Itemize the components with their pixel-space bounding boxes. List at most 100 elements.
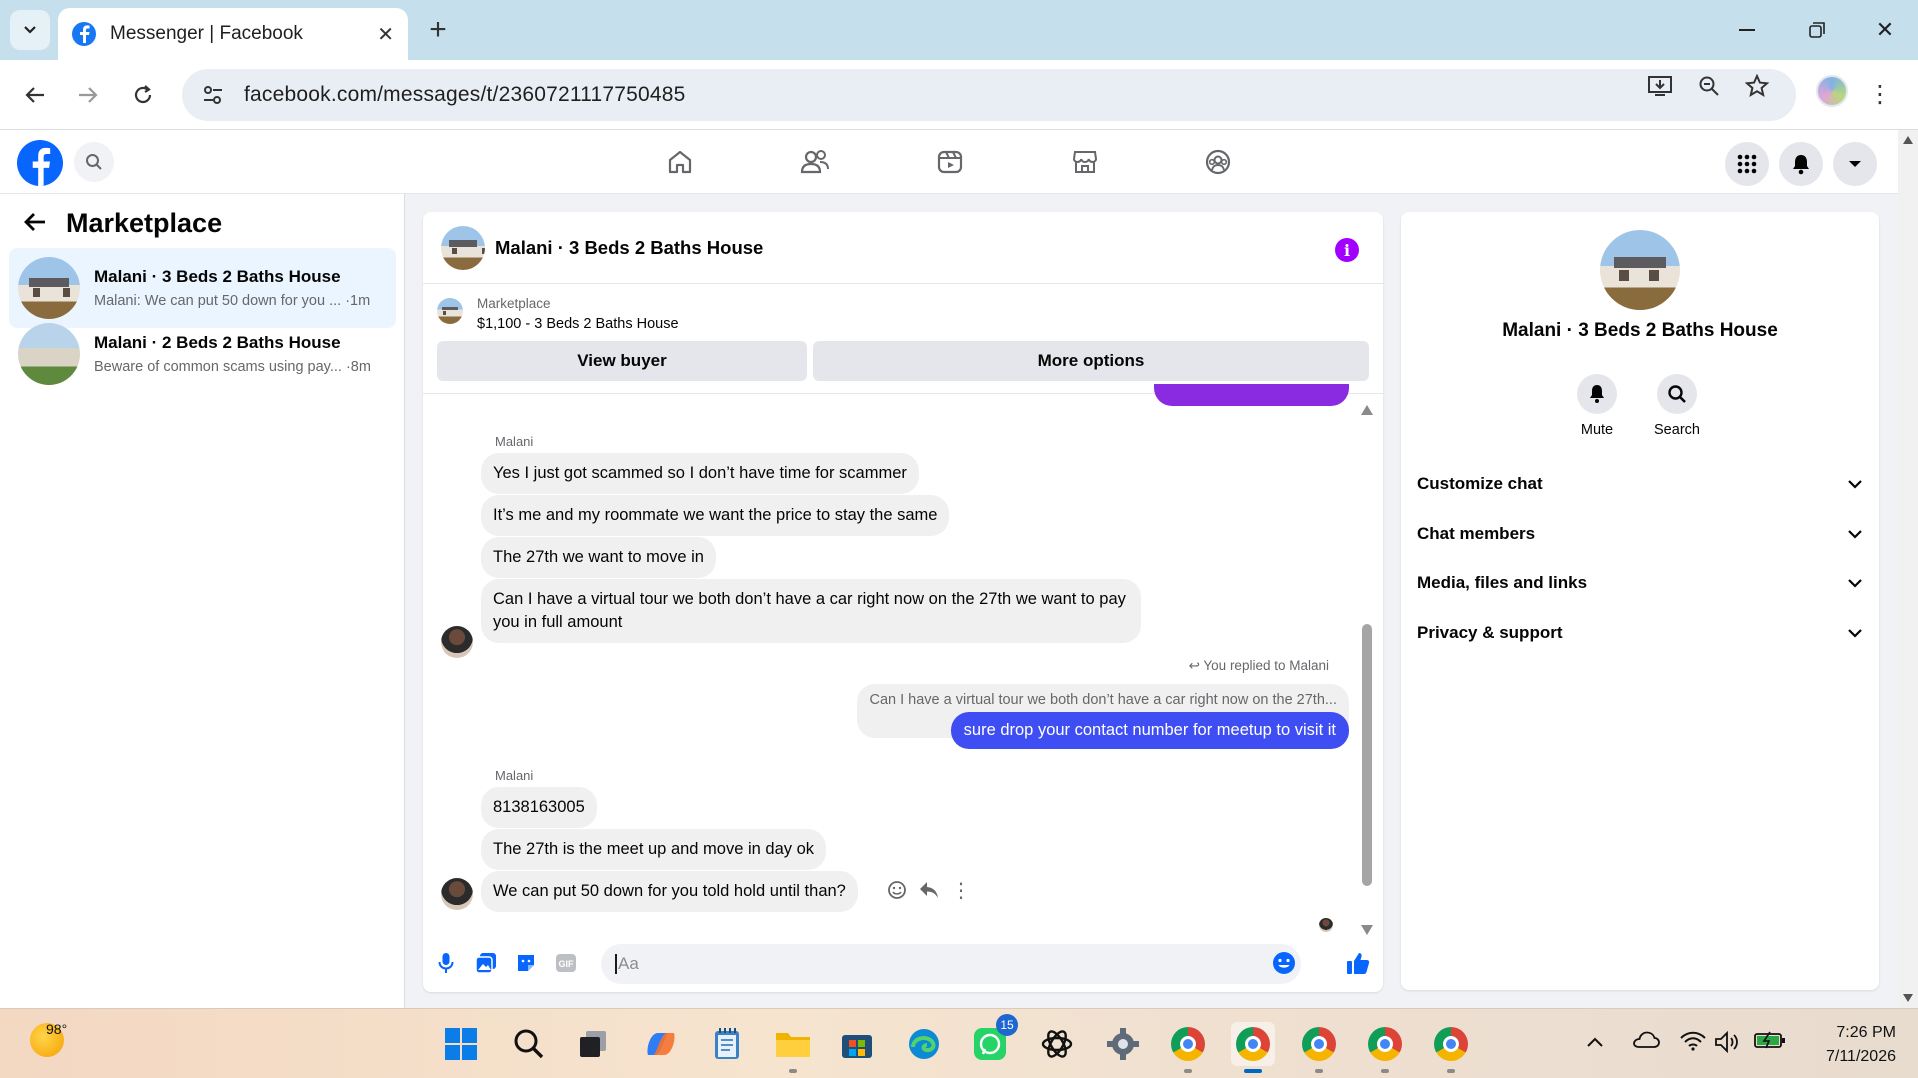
search-icon[interactable] bbox=[507, 1022, 551, 1066]
facebook-favicon-icon bbox=[72, 22, 96, 46]
chat-members-section[interactable]: Chat members bbox=[1417, 512, 1863, 556]
microsoft-store-icon[interactable] bbox=[835, 1022, 879, 1066]
gif-icon[interactable]: GIF bbox=[553, 950, 579, 976]
video-nav-icon[interactable] bbox=[920, 142, 980, 182]
show-hidden-icons-icon[interactable] bbox=[1586, 1031, 1604, 1054]
view-buyer-button[interactable]: View buyer bbox=[437, 341, 807, 381]
conversation-item-2-beds[interactable]: Malani · 2 Beds 2 Baths House Beware of … bbox=[9, 314, 396, 394]
file-explorer-icon[interactable] bbox=[771, 1022, 815, 1073]
zoom-icon[interactable] bbox=[1694, 71, 1724, 101]
incoming-message[interactable]: The 27th we want to move in bbox=[481, 537, 716, 578]
more-options-button[interactable]: More options bbox=[813, 341, 1369, 381]
close-tab-icon[interactable]: ✕ bbox=[377, 22, 394, 47]
site-info-icon[interactable] bbox=[198, 80, 228, 110]
battery-charging-icon[interactable] bbox=[1754, 1031, 1786, 1055]
emoji-icon[interactable] bbox=[1271, 950, 1297, 976]
info-icon[interactable]: i bbox=[1335, 238, 1359, 262]
marketplace-nav-icon[interactable] bbox=[1055, 142, 1115, 182]
scroll-up-icon[interactable] bbox=[1361, 402, 1373, 415]
sender-avatar[interactable] bbox=[441, 878, 473, 910]
incoming-message[interactable]: The 27th is the meet up and move in day … bbox=[481, 829, 827, 870]
chrome-profile-1-icon[interactable] bbox=[1166, 1022, 1210, 1073]
chrome-profile-5-icon[interactable] bbox=[1429, 1022, 1473, 1073]
browser-menu-icon[interactable]: ⋮ bbox=[1868, 80, 1892, 109]
scroll-down-icon[interactable] bbox=[1903, 994, 1913, 1002]
microphone-icon[interactable] bbox=[433, 950, 459, 976]
incoming-message[interactable]: Yes I just got scammed so I don’t have t… bbox=[481, 453, 919, 494]
search-label: Search bbox=[1654, 422, 1700, 438]
react-emoji-icon[interactable] bbox=[884, 877, 910, 903]
whatsapp-icon[interactable]: 15 bbox=[968, 1014, 1018, 1066]
new-tab-button[interactable]: + bbox=[420, 12, 456, 48]
notifications-bell-icon[interactable] bbox=[1779, 142, 1823, 186]
marketplace-conversation-list: Marketplace Malani · 3 Beds 2 Baths Hous… bbox=[0, 194, 405, 1008]
listing-avatar[interactable] bbox=[1600, 230, 1680, 310]
reload-icon[interactable] bbox=[123, 75, 163, 115]
privacy-support-section[interactable]: Privacy & support bbox=[1417, 611, 1863, 655]
chrome-profile-3-icon[interactable] bbox=[1297, 1022, 1341, 1073]
tab-title: Messenger | Facebook bbox=[110, 23, 303, 44]
more-actions-icon[interactable]: ⋮ bbox=[948, 877, 974, 903]
browser-profile-avatar[interactable] bbox=[1816, 75, 1848, 107]
groups-nav-icon[interactable] bbox=[1188, 142, 1248, 182]
minimize-button[interactable] bbox=[1712, 10, 1782, 50]
message-input[interactable]: Aa bbox=[601, 944, 1301, 984]
onedrive-cloud-icon[interactable] bbox=[1632, 1031, 1660, 1055]
page-scrollbar[interactable] bbox=[1898, 130, 1918, 1008]
running-indicator bbox=[1315, 1069, 1323, 1073]
weather-widget[interactable]: 98° bbox=[30, 1021, 67, 1057]
clock-date: 7/11/2026 bbox=[1826, 1048, 1896, 1065]
task-view-icon[interactable] bbox=[571, 1022, 615, 1066]
mute-button[interactable]: Mute bbox=[1557, 374, 1637, 438]
start-menu-icon[interactable] bbox=[439, 1022, 483, 1066]
edge-icon[interactable] bbox=[902, 1022, 946, 1066]
menu-grid-icon[interactable] bbox=[1725, 142, 1769, 186]
customize-chat-section[interactable]: Customize chat bbox=[1417, 462, 1863, 506]
chrome-profile-4-icon[interactable] bbox=[1363, 1022, 1407, 1073]
chrome-profile-2-icon[interactable] bbox=[1231, 1022, 1275, 1073]
scroll-up-icon[interactable] bbox=[1903, 136, 1913, 144]
facebook-logo-icon[interactable] bbox=[17, 140, 63, 186]
restore-button[interactable] bbox=[1782, 10, 1852, 50]
photo-attach-icon[interactable] bbox=[473, 950, 499, 976]
reply-icon[interactable] bbox=[916, 877, 942, 903]
scroll-down-icon[interactable] bbox=[1361, 922, 1373, 935]
address-bar[interactable]: facebook.com/messages/t/2360721117750485 bbox=[182, 69, 1796, 121]
browser-tab-messenger[interactable]: Messenger | Facebook ✕ bbox=[58, 8, 408, 60]
copilot-icon[interactable] bbox=[639, 1022, 683, 1066]
back-arrow-icon[interactable] bbox=[15, 75, 55, 115]
thumbs-up-icon[interactable] bbox=[1345, 950, 1371, 976]
install-app-icon[interactable] bbox=[1645, 71, 1675, 101]
back-arrow-icon[interactable] bbox=[24, 208, 46, 239]
chatgpt-icon[interactable] bbox=[1035, 1022, 1079, 1066]
incoming-message[interactable]: 8138163005 bbox=[481, 787, 597, 828]
account-dropdown-icon[interactable] bbox=[1833, 142, 1877, 186]
wifi-icon[interactable] bbox=[1680, 1031, 1706, 1057]
info-title: Malani · 3 Beds 2 Baths House bbox=[1502, 320, 1778, 341]
tab-search-dropdown-icon[interactable] bbox=[10, 10, 50, 50]
sender-avatar[interactable] bbox=[441, 626, 473, 658]
notepad-icon[interactable] bbox=[705, 1022, 749, 1066]
incoming-message[interactable]: It’s me and my roommate we want the pric… bbox=[481, 495, 950, 536]
running-indicator bbox=[1381, 1069, 1389, 1073]
listing-price-title[interactable]: $1,100 - 3 Beds 2 Baths House bbox=[477, 316, 679, 332]
chat-title[interactable]: Malani · 3 Beds 2 Baths House bbox=[495, 237, 763, 259]
section-label: Customize chat bbox=[1417, 474, 1543, 493]
volume-icon[interactable] bbox=[1714, 1030, 1740, 1059]
settings-gear-icon[interactable] bbox=[1101, 1022, 1145, 1066]
media-files-links-section[interactable]: Media, files and links bbox=[1417, 561, 1863, 605]
friends-nav-icon[interactable] bbox=[785, 142, 845, 182]
outgoing-message[interactable]: sure drop your contact number for meetup… bbox=[950, 712, 1349, 749]
sticker-icon[interactable] bbox=[513, 950, 539, 976]
close-window-button[interactable]: ✕ bbox=[1850, 10, 1918, 50]
facebook-search-icon[interactable] bbox=[74, 142, 114, 182]
incoming-message[interactable]: Can I have a virtual tour we both don’t … bbox=[481, 579, 1141, 643]
chat-scrollbar-thumb[interactable] bbox=[1362, 624, 1372, 886]
forward-arrow-icon[interactable] bbox=[68, 75, 108, 115]
incoming-message[interactable]: We can put 50 down for you told hold unt… bbox=[481, 871, 858, 912]
bookmark-star-icon[interactable] bbox=[1742, 71, 1772, 101]
system-clock[interactable]: 7:26 PM 7/11/2026 bbox=[1826, 1021, 1896, 1069]
chat-avatar[interactable] bbox=[441, 225, 485, 270]
search-in-chat-button[interactable]: Search bbox=[1637, 374, 1717, 438]
home-nav-icon[interactable] bbox=[650, 142, 710, 182]
